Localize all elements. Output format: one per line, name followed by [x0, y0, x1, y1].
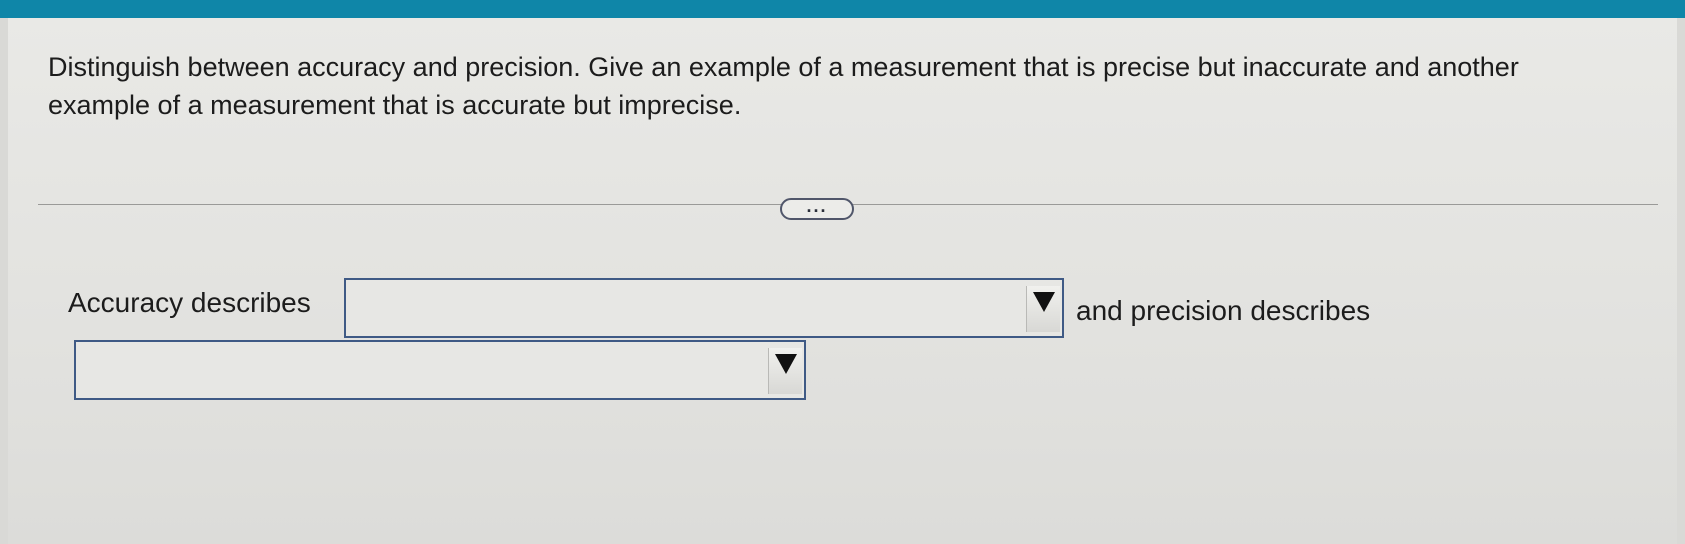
- triangle-down-icon: [1032, 292, 1055, 312]
- dropdown-arrow-button[interactable]: [768, 348, 802, 394]
- precision-dropdown[interactable]: [74, 340, 806, 400]
- dropdown-arrow-button[interactable]: [1026, 286, 1060, 332]
- accuracy-dropdown[interactable]: [344, 278, 1064, 338]
- question-panel: Distinguish between accuracy and precisi…: [8, 18, 1677, 544]
- question-text: Distinguish between accuracy and precisi…: [48, 52, 1519, 120]
- accuracy-label: Accuracy describes: [68, 287, 311, 318]
- precision-label: and precision describes: [1076, 295, 1371, 326]
- triangle-down-icon: [774, 354, 797, 374]
- more-dots-icon: ...: [806, 196, 828, 216]
- expand-more-button[interactable]: ...: [780, 196, 854, 220]
- top-header-bar: [0, 0, 1685, 18]
